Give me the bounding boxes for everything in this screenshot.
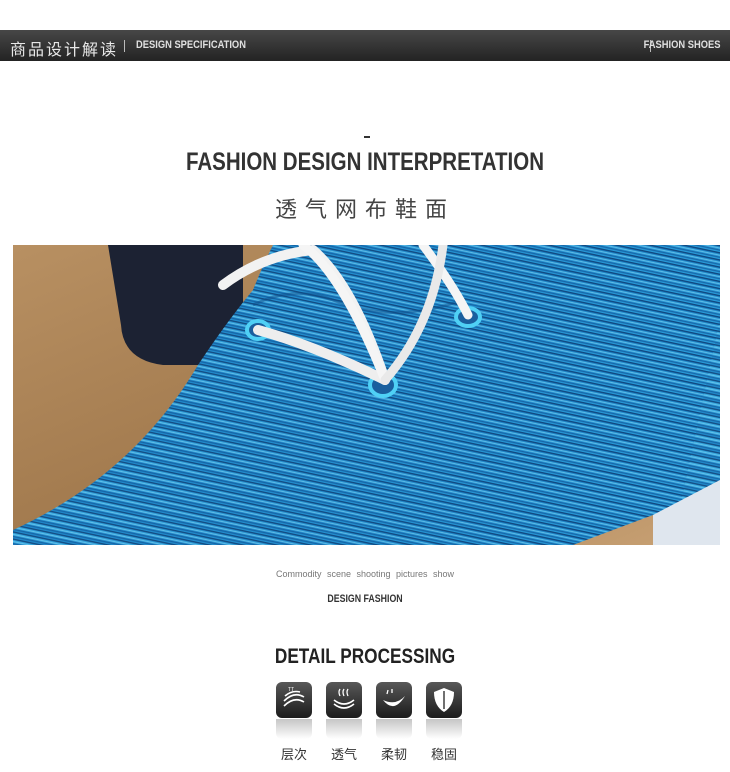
header-en-title: DESIGN SPECIFICATION — [136, 39, 246, 51]
layers-icon: TT — [276, 682, 312, 718]
shield-icon — [426, 682, 462, 718]
header-bar: 商品设计解读 DESIGN SPECIFICATION FASHION SHOE… — [0, 30, 730, 61]
feature-layers: TT 层次 — [276, 682, 312, 763]
feature-flexible: 柔韧 — [376, 682, 412, 763]
title-dash — [364, 136, 370, 138]
feature-stable: 稳固 — [426, 682, 462, 763]
caption-text: Commodity scene shooting pictures show — [275, 569, 455, 579]
feature-label: 柔韧 — [380, 748, 407, 763]
header-right-label: FASHION SHOES — [643, 39, 720, 51]
header-divider — [124, 40, 125, 52]
svg-text:TT: TT — [288, 687, 294, 693]
feature-label: 稳固 — [430, 748, 457, 763]
feature-label: 层次 — [280, 748, 307, 763]
product-photo — [13, 245, 720, 545]
section-title: FASHION DESIGN INTERPRETATION — [185, 148, 545, 176]
detail-title: DETAIL PROCESSING — [274, 645, 456, 668]
feature-label: 透气 — [330, 748, 357, 763]
breathable-icon — [326, 682, 362, 718]
caption-subtitle: DESIGN FASHION — [327, 593, 403, 605]
header-cn-title: 商品设计解读 — [10, 40, 119, 59]
feature-breathable: 透气 — [326, 682, 362, 763]
feature-icons: TT 层次 透气 柔韧 稳固 — [275, 682, 465, 763]
section-subtitle: 透气网布鞋面 — [274, 198, 455, 223]
flexible-icon — [376, 682, 412, 718]
